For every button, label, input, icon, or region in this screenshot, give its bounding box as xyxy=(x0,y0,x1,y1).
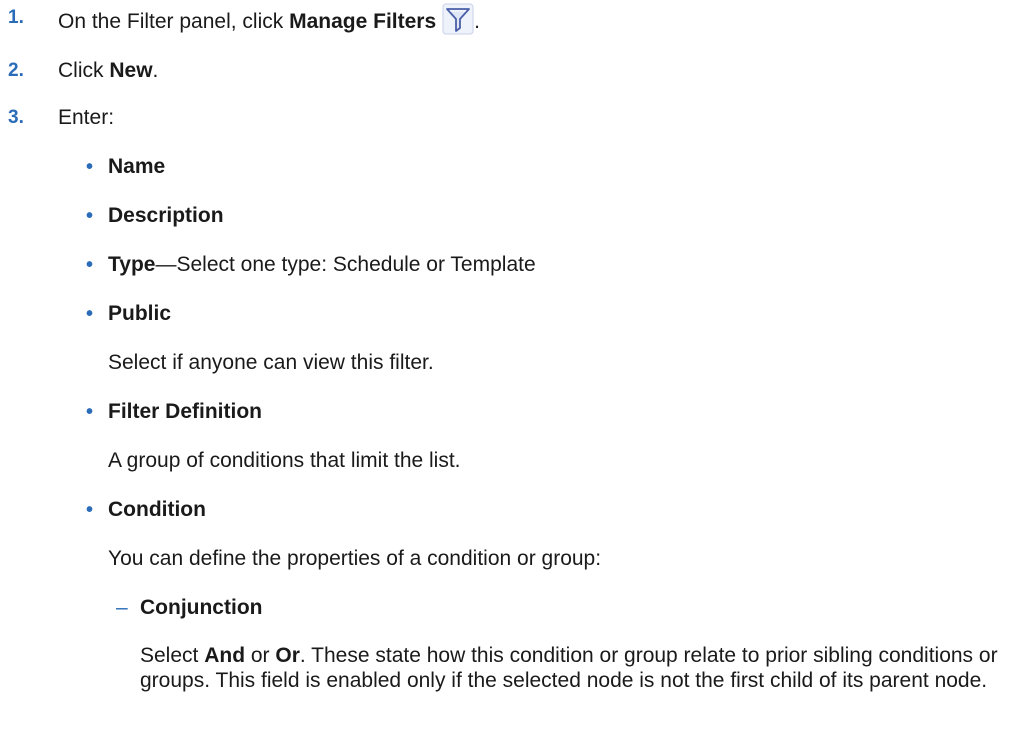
step-number: 3. xyxy=(8,107,24,128)
step-text-post: . xyxy=(152,59,159,82)
and-label: And xyxy=(204,644,246,667)
bullet-mark: • xyxy=(86,499,94,521)
manage-filters-label: Manage Filters xyxy=(289,10,437,33)
step-text: Enter: xyxy=(58,106,115,129)
filter-definition-description: A group of conditions that limit the lis… xyxy=(108,449,461,472)
document-page: 1. On the Filter panel, click Manage Fil… xyxy=(0,0,1027,729)
bullet-mark: • xyxy=(86,205,94,227)
step-text: On the Filter panel, click Manage Filter… xyxy=(58,3,480,37)
bullet-mark: • xyxy=(86,254,94,276)
subitem-label: Conjunction xyxy=(140,596,263,619)
bullet-label: Filter Definition xyxy=(108,400,262,423)
bullet-mark: • xyxy=(86,401,94,423)
conjunction-description: Select And or Or. These state how this c… xyxy=(140,644,998,692)
condition-description: You can define the properties of a condi… xyxy=(108,547,602,570)
bullet-mark: • xyxy=(86,156,94,178)
bullet-label: Description xyxy=(108,204,224,227)
new-label: New xyxy=(109,59,153,82)
or-label: Or xyxy=(275,644,300,667)
step-number: 1. xyxy=(8,7,24,28)
filter-funnel-icon xyxy=(442,3,474,35)
dash-mark: – xyxy=(116,596,128,619)
step-text: Click New. xyxy=(58,56,158,86)
public-description: Select if anyone can view this filter. xyxy=(108,351,434,374)
step-number: 2. xyxy=(8,60,24,81)
bullet-label: Condition xyxy=(108,498,206,521)
bullet-label: Name xyxy=(108,155,166,178)
bullet-label: Type—Select one type: Schedule or Templa… xyxy=(108,253,536,276)
step-text-pre: Click xyxy=(58,59,110,82)
bullet-mark: • xyxy=(86,303,94,325)
step-text-post: . xyxy=(474,10,480,33)
step-text-pre: On the Filter panel, click xyxy=(58,10,290,33)
bullet-label: Public xyxy=(108,302,172,325)
